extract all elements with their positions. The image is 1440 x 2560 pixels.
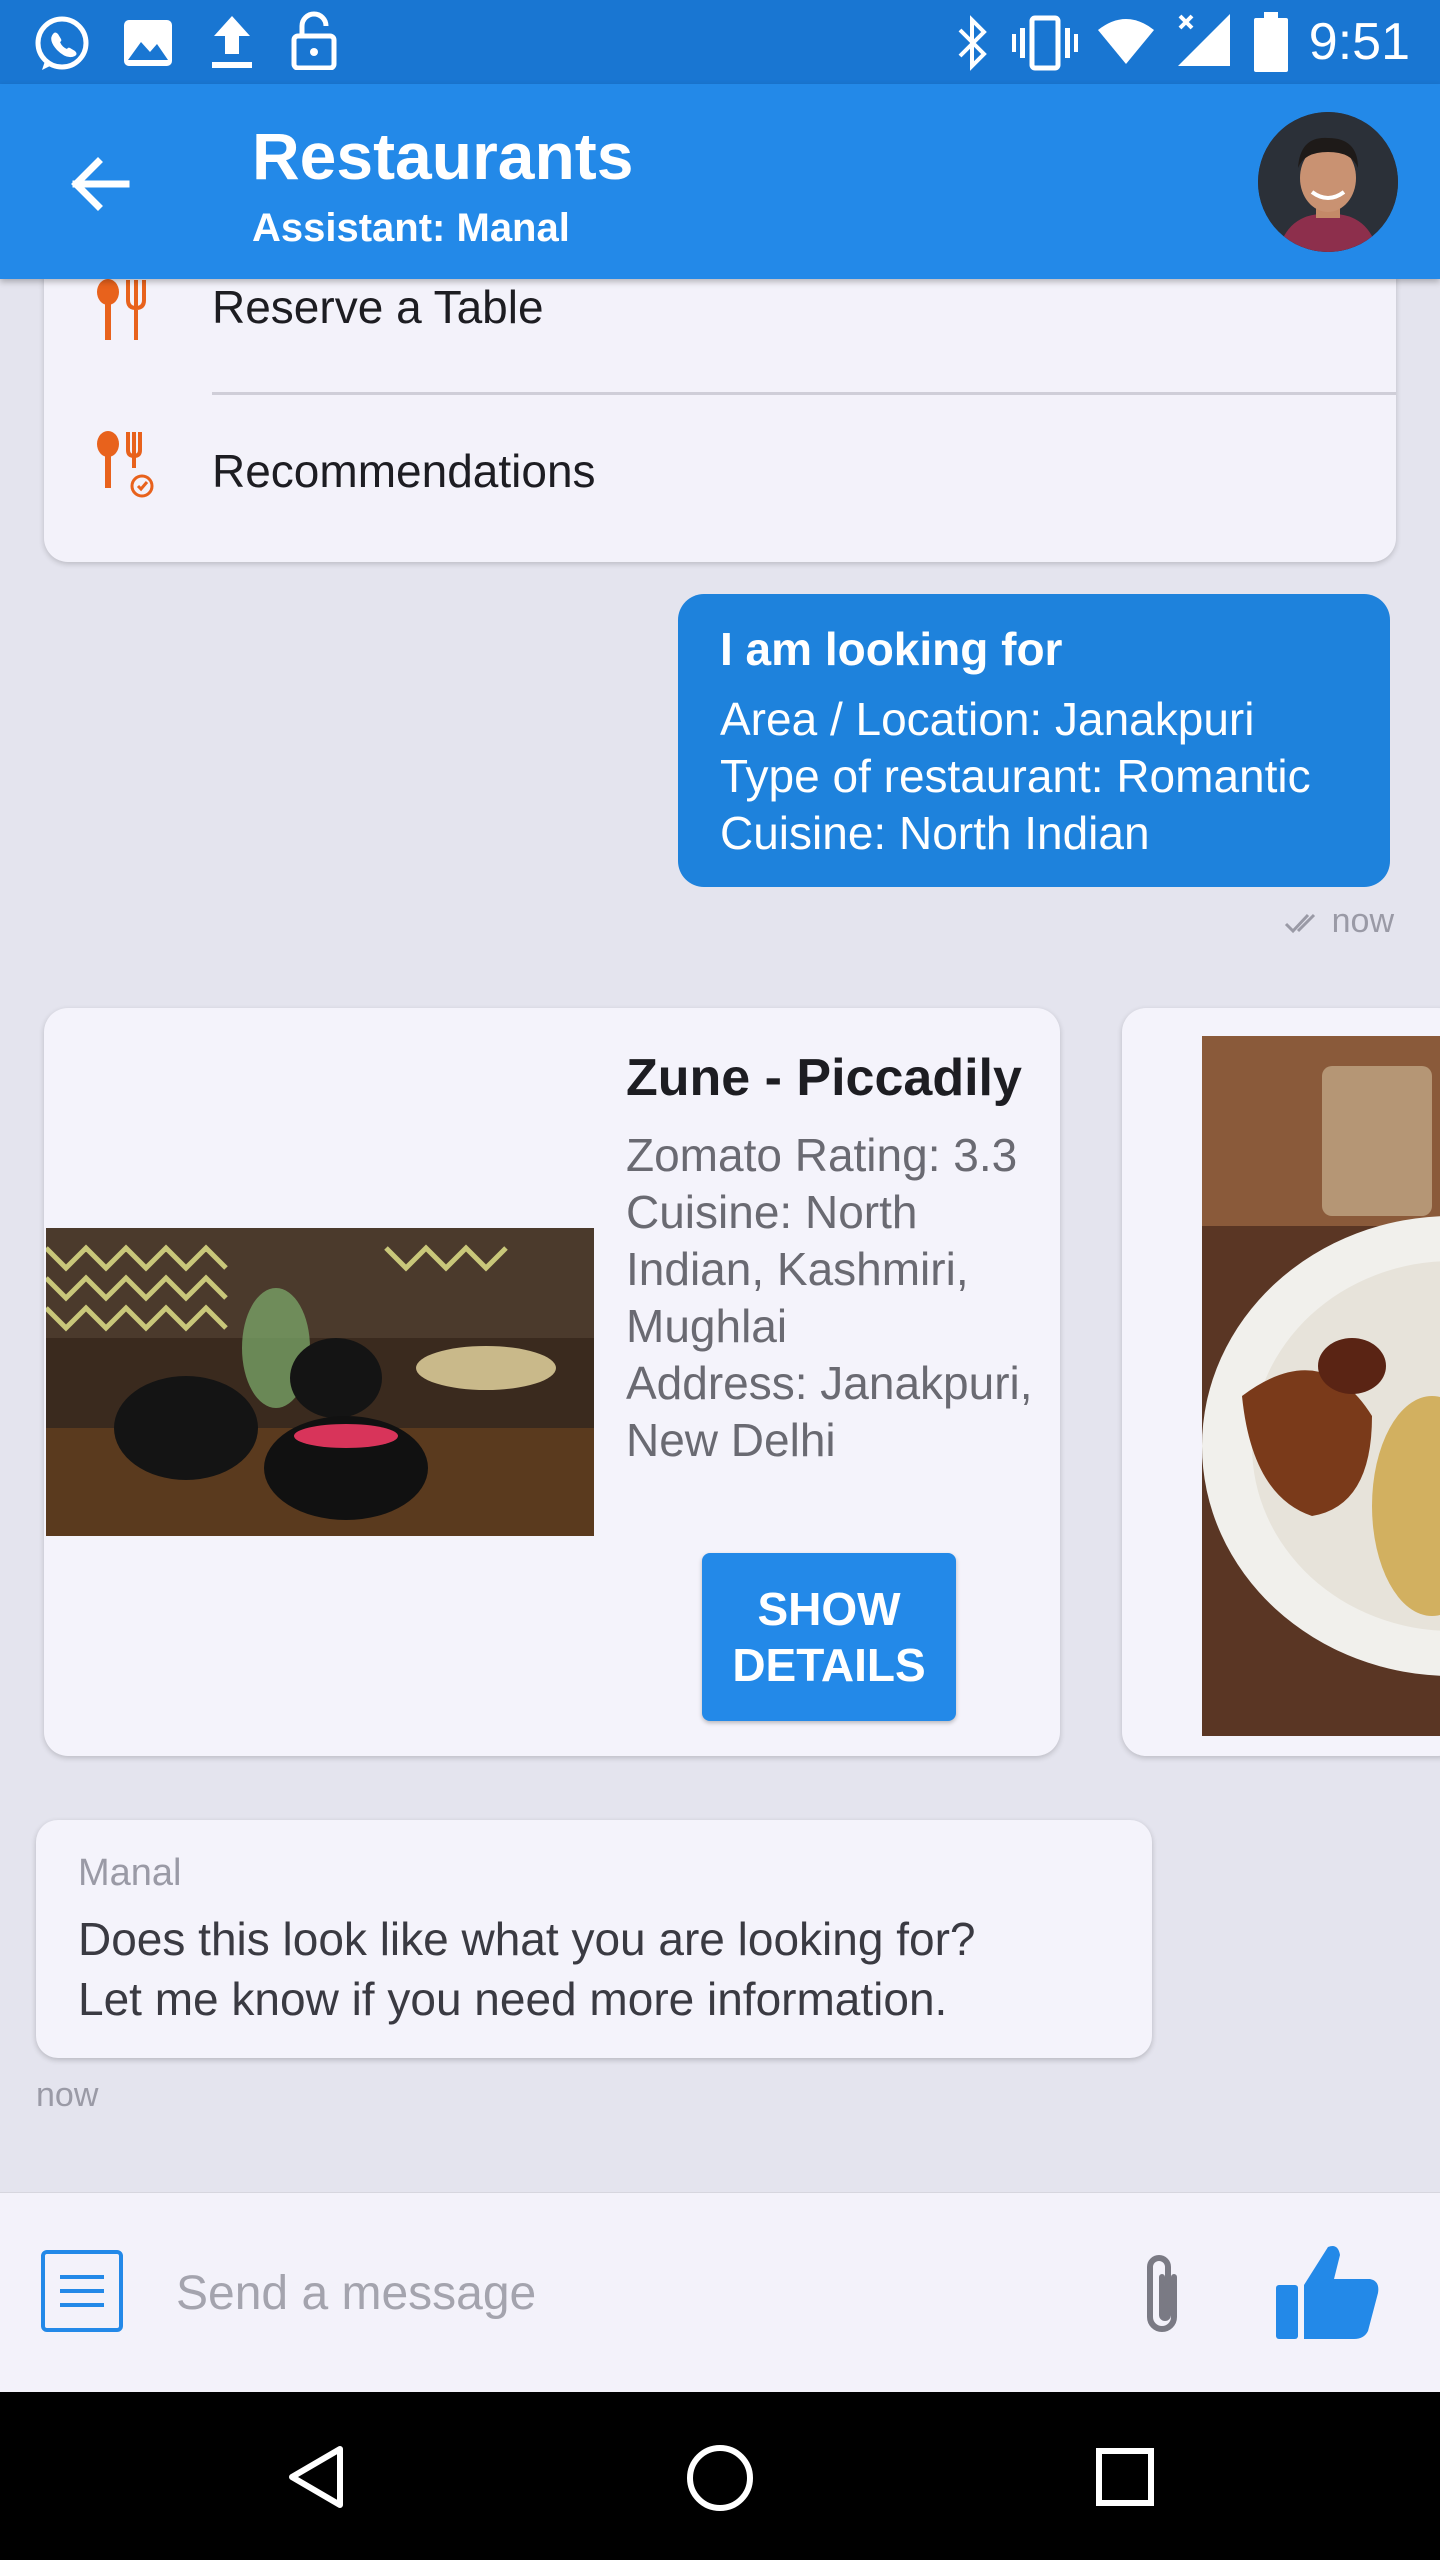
app-bar: Restaurants Assistant: Manal bbox=[0, 84, 1440, 279]
page-title: Restaurants bbox=[252, 119, 634, 193]
restaurant-photo bbox=[1202, 1036, 1440, 1736]
restaurant-detail-line: Mughlai bbox=[626, 1300, 788, 1352]
menu-item-label: Reserve a Table bbox=[212, 281, 544, 333]
restaurant-card[interactable]: Zune - Piccadily Zomato Rating: 3.3 Cuis… bbox=[44, 1008, 1060, 1756]
page-subtitle: Assistant: Manal bbox=[252, 206, 570, 250]
button-label-line2: DETAILS bbox=[732, 1639, 926, 1691]
status-bar: 9:51 bbox=[0, 0, 1440, 84]
message-heading: I am looking for bbox=[720, 623, 1063, 675]
button-label-line1: SHOW bbox=[757, 1583, 901, 1635]
utensils-icon bbox=[97, 279, 146, 340]
vibrate-icon bbox=[1012, 15, 1078, 71]
whatsapp-icon bbox=[35, 16, 89, 70]
restaurant-detail-line: New Delhi bbox=[626, 1414, 836, 1466]
avatar[interactable] bbox=[1258, 112, 1398, 252]
divider bbox=[212, 392, 1396, 395]
paperclip-icon[interactable] bbox=[1128, 2247, 1198, 2341]
back-triangle-icon[interactable] bbox=[286, 2444, 346, 2510]
user-message-bubble: I am looking for Area / Location: Janakp… bbox=[678, 594, 1390, 887]
thumbs-up-icon[interactable] bbox=[1274, 2241, 1380, 2341]
arrow-left-icon[interactable] bbox=[60, 144, 140, 224]
bluetooth-icon bbox=[958, 15, 987, 71]
double-check-icon bbox=[1284, 913, 1315, 934]
menu-list-icon[interactable] bbox=[40, 2249, 124, 2333]
recents-square-icon[interactable] bbox=[1096, 2448, 1154, 2506]
bot-message-bubble: Manal Does this look like what you are l… bbox=[36, 1820, 1152, 2058]
wifi-icon bbox=[1098, 19, 1154, 64]
restaurant-detail-line: Indian, Kashmiri, bbox=[626, 1243, 969, 1295]
quick-menu-card: Reserve a Table Recommendations bbox=[44, 230, 1396, 562]
lock-icon bbox=[291, 11, 337, 70]
navigation-bar bbox=[0, 2392, 1440, 2560]
message-line: Cuisine: North Indian bbox=[720, 807, 1150, 859]
restaurant-title: Zune - Piccadily bbox=[626, 1049, 1022, 1107]
utensils-recommend-icon bbox=[97, 431, 154, 498]
image-icon bbox=[124, 20, 172, 66]
bot-message-time: now bbox=[36, 2076, 99, 2114]
show-details-button[interactable]: SHOW DETAILS bbox=[702, 1553, 956, 1721]
message-sender: Manal bbox=[78, 1852, 182, 1894]
restaurant-detail-line: Address: Janakpuri, bbox=[626, 1357, 1033, 1409]
message-time: now bbox=[1331, 902, 1394, 940]
home-circle-icon[interactable] bbox=[686, 2444, 754, 2512]
message-line: Does this look like what you are looking… bbox=[78, 1913, 976, 1965]
restaurant-detail-line: Cuisine: North bbox=[626, 1186, 918, 1238]
message-composer bbox=[0, 2192, 1440, 2393]
signal-icon bbox=[1178, 14, 1230, 66]
message-line: Type of restaurant: Romantic bbox=[720, 750, 1311, 802]
user-message-meta: now bbox=[1284, 902, 1394, 941]
battery-icon bbox=[1254, 12, 1288, 72]
status-time: 9:51 bbox=[1308, 13, 1410, 71]
upload-icon bbox=[212, 16, 252, 68]
menu-item-label: Recommendations bbox=[212, 445, 596, 497]
menu-item-recommendations[interactable]: Recommendations bbox=[44, 400, 1396, 530]
restaurant-photo bbox=[46, 1228, 594, 1536]
restaurant-detail-line: Zomato Rating: 3.3 bbox=[626, 1129, 1018, 1181]
restaurant-card-peek[interactable] bbox=[1122, 1008, 1440, 1756]
message-line: Area / Location: Janakpuri bbox=[720, 693, 1255, 745]
message-input[interactable] bbox=[176, 2255, 1076, 2331]
message-line: Let me know if you need more information… bbox=[78, 1973, 948, 2025]
